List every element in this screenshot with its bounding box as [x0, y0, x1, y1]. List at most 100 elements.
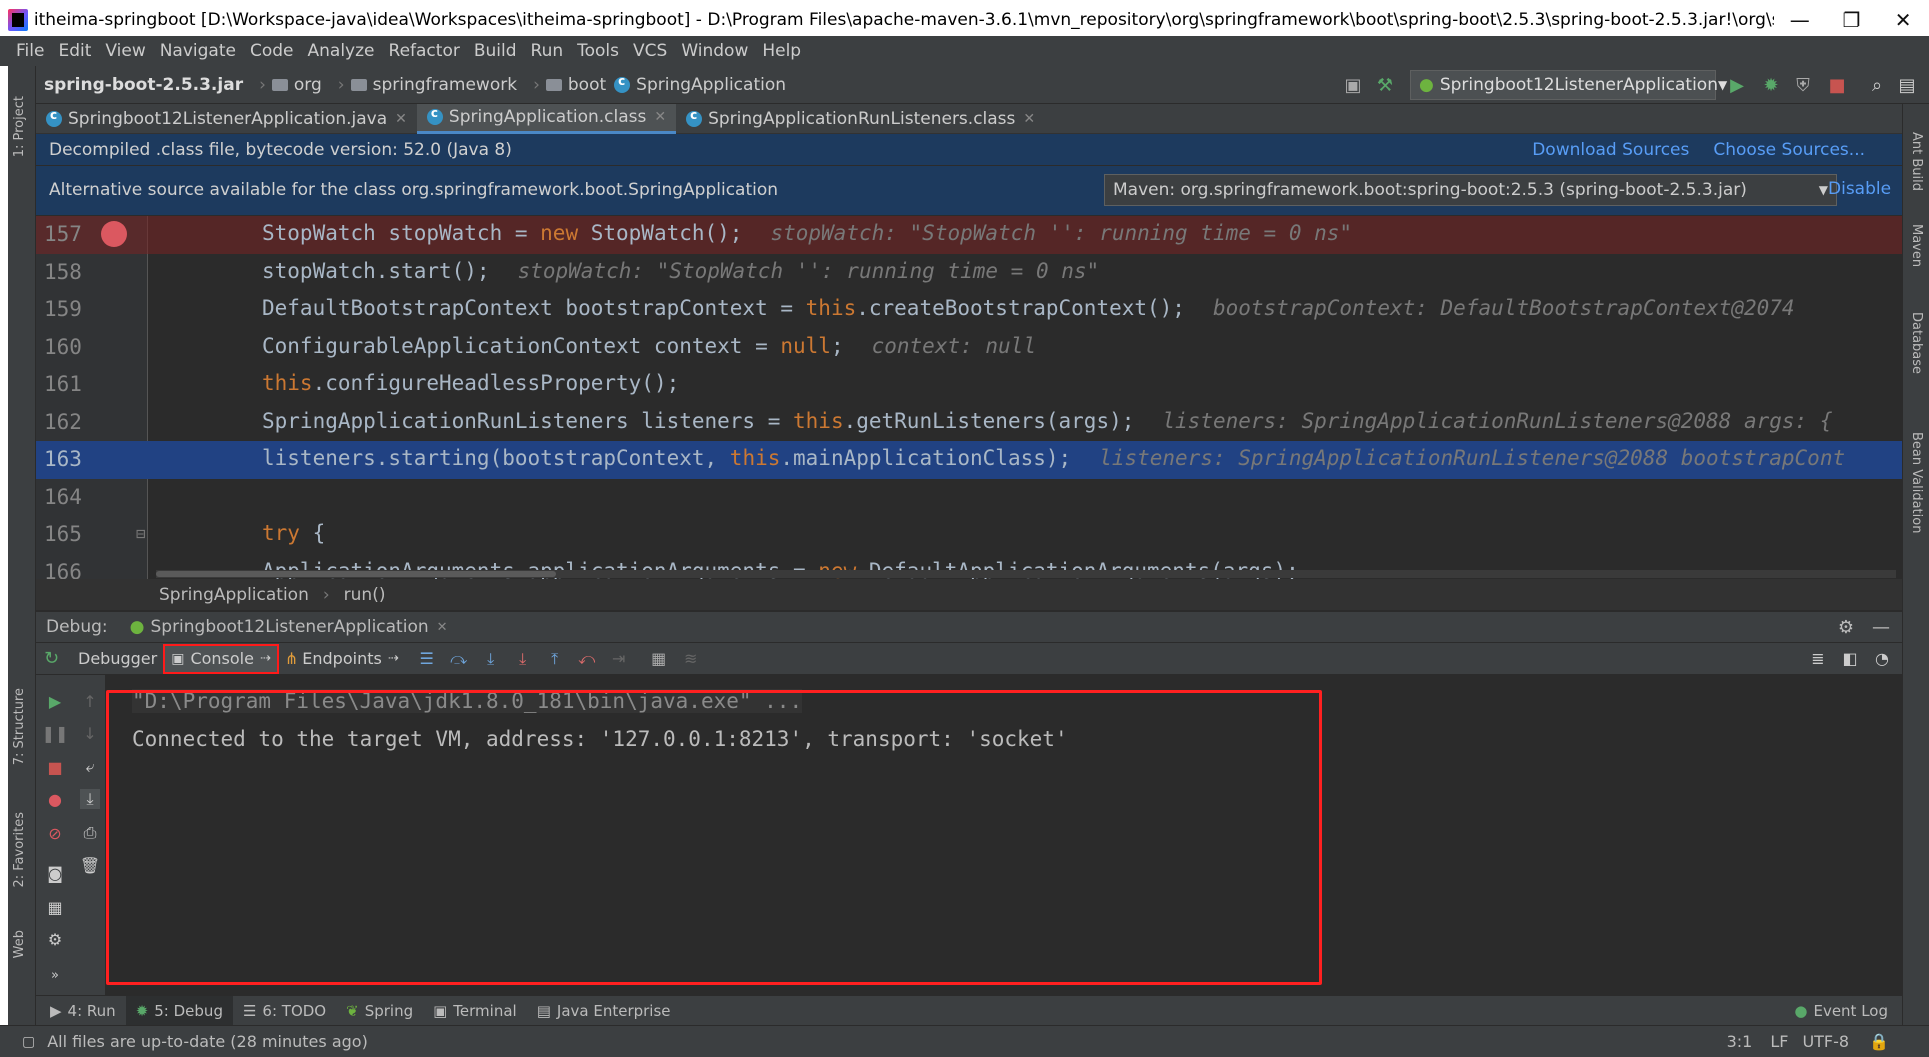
close-icon[interactable]: ✕	[437, 620, 448, 635]
close-icon[interactable]: ✕	[395, 111, 407, 127]
close-button[interactable]: ✕	[1877, 0, 1929, 40]
arrow-up-icon[interactable]: ↑	[80, 691, 100, 711]
coverage-icon[interactable]: ⛨	[1792, 74, 1814, 96]
breadcrumb-org[interactable]: › org	[251, 75, 322, 95]
horizontal-scrollbar[interactable]	[156, 570, 1896, 578]
pause-icon[interactable]: ❚❚	[42, 723, 69, 743]
trash-icon[interactable]: 🗑	[80, 855, 100, 875]
evaluate-expression-icon[interactable]: ▦	[649, 649, 669, 669]
menu-view[interactable]: View	[105, 41, 145, 61]
view-breakpoints-icon[interactable]: ●	[45, 789, 65, 809]
event-log-button[interactable]: ● Event Log	[1784, 996, 1898, 1026]
speedometer-icon[interactable]: ◔	[1872, 649, 1892, 669]
step-into-icon[interactable]: ⤓	[481, 649, 501, 669]
project-structure-icon[interactable]: ▤	[1896, 74, 1918, 96]
menu-run[interactable]: Run	[531, 41, 564, 61]
tab-springboot12listenerapplication[interactable]: Springboot12ListenerApplication.java ✕	[36, 104, 417, 134]
code-editor[interactable]: 157 StopWatch stopWatch = new StopWatch(…	[36, 216, 1902, 579]
menu-vcs[interactable]: VCS	[633, 41, 667, 61]
debug-icon[interactable]: ✹	[1760, 74, 1782, 96]
code-line-163-current[interactable]: 163 listeners.starting(bootstrapContext,…	[36, 441, 1902, 479]
print-icon[interactable]: ⎙	[80, 823, 100, 843]
menu-analyze[interactable]: Analyze	[308, 41, 375, 61]
camera-icon[interactable]: ◙	[45, 863, 65, 883]
download-sources-link[interactable]: Download Sources	[1532, 140, 1689, 160]
close-icon[interactable]: ✕	[654, 109, 666, 125]
more-icon[interactable]: »	[45, 965, 65, 985]
tab-endpoints[interactable]: ⋔ Endpoints ⇢	[279, 644, 405, 674]
step-over-icon[interactable]: ⤼	[449, 649, 469, 669]
run-configuration-select[interactable]: ● Springboot12ListenerApplication ▼	[1410, 70, 1727, 100]
build-project-icon[interactable]: ▣	[1342, 74, 1364, 96]
close-icon[interactable]: ✕	[1023, 111, 1035, 127]
tab-springapplicationrunlisteners[interactable]: SpringApplicationRunListeners.class ✕	[676, 104, 1045, 134]
trace-icon[interactable]: ≋	[681, 649, 701, 669]
layout-icon[interactable]: ≣	[1808, 649, 1828, 669]
tab-todo[interactable]: ☰ 6: TODO	[233, 996, 336, 1026]
scrollbar-thumb[interactable]	[156, 571, 556, 577]
file-encoding[interactable]: UTF-8	[1802, 1032, 1849, 1051]
menu-build[interactable]: Build	[474, 41, 517, 61]
maven-tool-button[interactable]: Maven	[1909, 224, 1924, 267]
toggle-tool-windows-icon[interactable]: ▢	[22, 1034, 35, 1050]
fold-icon[interactable]: ⊟	[136, 524, 146, 543]
bean-validation-tool-button[interactable]: Bean Validation	[1909, 432, 1924, 533]
mute-breakpoints-icon[interactable]: ⊘	[45, 823, 65, 843]
debug-session-tab[interactable]: Springboot12ListenerApplication	[150, 617, 428, 637]
tab-debugger[interactable]: Debugger	[72, 644, 163, 674]
breadcrumb-springframework[interactable]: › springframework	[330, 75, 517, 95]
web-tool-button[interactable]: Web	[12, 930, 27, 958]
project-tool-button[interactable]: 1: Project	[12, 96, 27, 157]
breadcrumb-method[interactable]: run()	[344, 585, 386, 605]
drop-frame-icon[interactable]: ⤺	[577, 649, 597, 669]
tab-springapplication[interactable]: SpringApplication.class ✕	[416, 103, 677, 134]
menu-navigate[interactable]: Navigate	[160, 41, 236, 61]
tab-terminal[interactable]: ▣ Terminal	[423, 996, 527, 1026]
code-line-158[interactable]: 158 stopWatch.start(); stopWatch: "StopWa…	[36, 254, 1902, 292]
lock-icon[interactable]: 🔒	[1869, 1032, 1889, 1051]
resume-icon[interactable]: ▶	[45, 691, 65, 711]
minimize-icon[interactable]: —	[1872, 617, 1890, 638]
minimize-button[interactable]: —	[1774, 0, 1826, 40]
menu-refactor[interactable]: Refactor	[389, 41, 460, 61]
restore-layout-icon[interactable]: ▦	[45, 897, 65, 917]
arrow-down-icon[interactable]: ↓	[80, 723, 100, 743]
code-line-157[interactable]: 157 StopWatch stopWatch = new StopWatch(…	[36, 216, 1902, 254]
choose-sources-link[interactable]: Choose Sources...	[1713, 140, 1865, 160]
tab-java-enterprise[interactable]: ▤ Java Enterprise	[527, 996, 681, 1026]
breadcrumb-springapplication[interactable]: SpringApplication	[614, 74, 786, 95]
tab-debug[interactable]: ✹ 5: Debug	[125, 995, 233, 1026]
breadcrumb-boot[interactable]: › boot	[525, 75, 606, 95]
restore-button[interactable]: ❐	[1826, 0, 1878, 40]
code-line-165[interactable]: 165 ⊟ try {	[36, 516, 1902, 554]
tab-console[interactable]: ▣ Console ⇢	[163, 643, 279, 674]
step-out-icon[interactable]: ⤒	[545, 649, 565, 669]
code-line-160[interactable]: 160 ConfigurableApplicationContext conte…	[36, 329, 1902, 367]
breakpoint-icon[interactable]	[101, 221, 127, 247]
menu-edit[interactable]: Edit	[58, 41, 91, 61]
code-line-164[interactable]: 164	[36, 479, 1902, 517]
alternative-source-select[interactable]: Maven: org.springframework.boot:spring-b…	[1104, 174, 1837, 206]
line-separator[interactable]: LF	[1770, 1032, 1788, 1051]
stop-icon[interactable]: ■	[45, 757, 65, 777]
settings-icon[interactable]: ⚙	[45, 929, 65, 949]
breadcrumb-class[interactable]: SpringApplication	[159, 585, 309, 605]
rerun-icon[interactable]: ↻	[44, 648, 68, 669]
scroll-to-end-icon[interactable]: ⤓	[80, 789, 100, 809]
tab-spring[interactable]: ❦ Spring	[336, 996, 423, 1026]
run-icon[interactable]: ▶	[1726, 74, 1748, 96]
menu-window[interactable]: Window	[681, 41, 748, 61]
ant-build-tool-button[interactable]: Ant Build	[1909, 132, 1924, 191]
search-icon[interactable]: ⌕	[1866, 74, 1888, 96]
tab-run[interactable]: ▶ 4: Run	[40, 996, 126, 1026]
show-execution-point-icon[interactable]: ☰	[417, 649, 437, 669]
menu-code[interactable]: Code	[250, 41, 294, 61]
menu-file[interactable]: File	[16, 41, 44, 61]
structure-tool-button[interactable]: 7: Structure	[12, 688, 27, 765]
disable-link[interactable]: Disable	[1828, 179, 1891, 199]
stop-icon[interactable]: ■	[1826, 74, 1848, 96]
code-line-161[interactable]: 161 this.configureHeadlessProperty();	[36, 366, 1902, 404]
gear-icon[interactable]: ⚙	[1838, 617, 1854, 638]
force-step-into-icon[interactable]: ⤓	[513, 649, 533, 669]
code-line-159[interactable]: 159 DefaultBootstrapContext bootstrapCon…	[36, 291, 1902, 329]
